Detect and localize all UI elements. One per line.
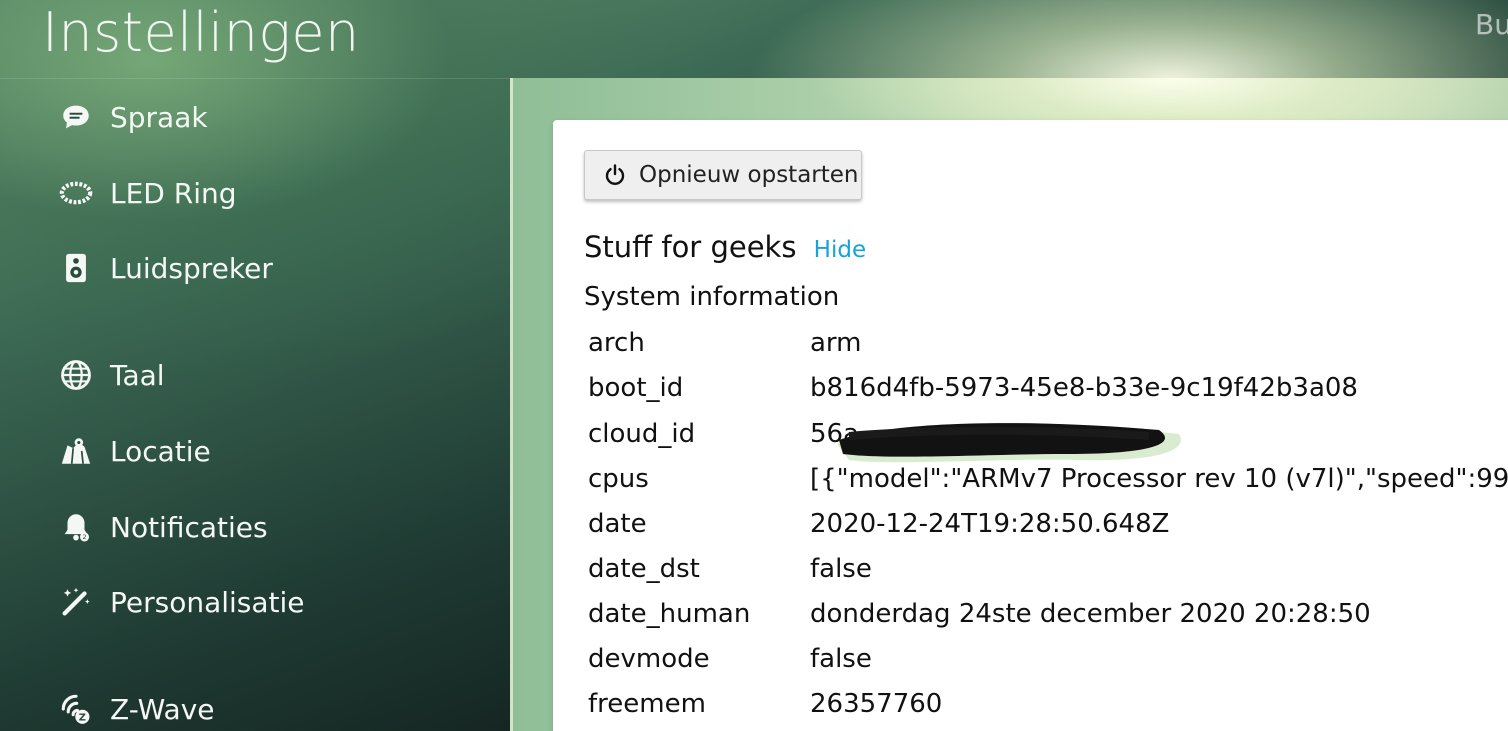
system-information-heading: System information <box>584 282 840 312</box>
table-row: arch arm <box>588 323 1508 363</box>
sidebar-item-led-ring[interactable]: LED Ring <box>56 168 237 218</box>
info-key: devmode <box>588 644 710 674</box>
svg-text:Z: Z <box>79 712 86 723</box>
sidebar-item-label: LED Ring <box>110 176 237 210</box>
restart-label: Opnieuw opstarten <box>639 162 859 188</box>
table-row: devmode false <box>588 639 1508 679</box>
info-key: cloud_id <box>588 419 696 449</box>
table-row: date_human donderdag 24ste december 2020… <box>588 594 1508 634</box>
sidebar-item-locatie[interactable]: Locatie <box>56 426 211 476</box>
map-icon <box>56 431 96 471</box>
power-icon <box>603 163 627 187</box>
sidebar-item-z-wave[interactable]: Z Z-Wave <box>56 684 215 731</box>
sidebar-item-notificaties[interactable]: 2 Notificaties <box>56 502 268 552</box>
sidebar: Spraak LED Ring Luidspreker Taal Locatie… <box>0 80 510 731</box>
svg-text:2: 2 <box>82 533 86 541</box>
info-key: date <box>588 509 647 539</box>
sidebar-item-label: Z-Wave <box>110 692 215 726</box>
sidebar-item-label: Spraak <box>110 100 208 134</box>
info-value: false <box>810 644 872 674</box>
top-bar: Instellingen Bu <box>0 0 1508 79</box>
info-value: 2020-12-24T19:28:50.648Z <box>810 509 1170 539</box>
info-value: arm <box>810 328 862 358</box>
bell-icon: 2 <box>56 507 96 547</box>
led-ring-icon <box>56 173 96 213</box>
sidebar-item-taal[interactable]: Taal <box>56 350 165 400</box>
sidebar-item-luidspreker[interactable]: Luidspreker <box>56 243 273 293</box>
hide-link[interactable]: Hide <box>814 237 866 263</box>
info-key: freemem <box>588 689 706 719</box>
info-key: date_human <box>588 599 751 629</box>
info-key: arch <box>588 328 645 358</box>
info-value: 26357760 <box>810 689 943 719</box>
geeks-heading: Stuff for geeks Hide <box>584 230 866 264</box>
redaction-scribble <box>837 422 1181 463</box>
info-key: cpus <box>588 464 649 494</box>
sidebar-item-label: Luidspreker <box>110 251 273 285</box>
info-key: boot_id <box>588 373 684 403</box>
info-key: date_dst <box>588 554 700 584</box>
sidebar-item-personalisatie[interactable]: Personalisatie <box>56 577 305 627</box>
restart-button[interactable]: Opnieuw opstarten <box>584 150 862 200</box>
sidebar-item-label: Locatie <box>110 434 211 468</box>
info-value: b816d4fb-5973-45e8-b33e-9c19f42b3a08 <box>810 373 1358 403</box>
sidebar-item-label: Notificaties <box>110 510 268 544</box>
page-title: Instellingen <box>42 1 360 64</box>
header-right-text[interactable]: Bu <box>1475 8 1508 41</box>
table-row: date_dst false <box>588 549 1508 589</box>
speech-bubble-icon <box>56 97 96 137</box>
sidebar-item-label: Personalisatie <box>110 585 305 619</box>
info-value: false <box>810 554 872 584</box>
sidebar-item-label: Taal <box>110 358 165 392</box>
speaker-icon <box>56 248 96 288</box>
globe-icon <box>56 355 96 395</box>
settings-card: Opnieuw opstarten Stuff for geeks Hide S… <box>553 120 1508 731</box>
magic-wand-icon <box>56 582 96 622</box>
table-row: freemem 26357760 <box>588 684 1508 724</box>
sidebar-item-spraak[interactable]: Spraak <box>56 92 208 142</box>
zwave-icon: Z <box>56 689 96 729</box>
table-row: boot_id b816d4fb-5973-45e8-b33e-9c19f42b… <box>588 368 1508 408</box>
geeks-heading-text: Stuff for geeks <box>584 230 797 264</box>
table-row: date 2020-12-24T19:28:50.648Z <box>588 504 1508 544</box>
info-value: donderdag 24ste december 2020 20:28:50 <box>810 599 1371 629</box>
